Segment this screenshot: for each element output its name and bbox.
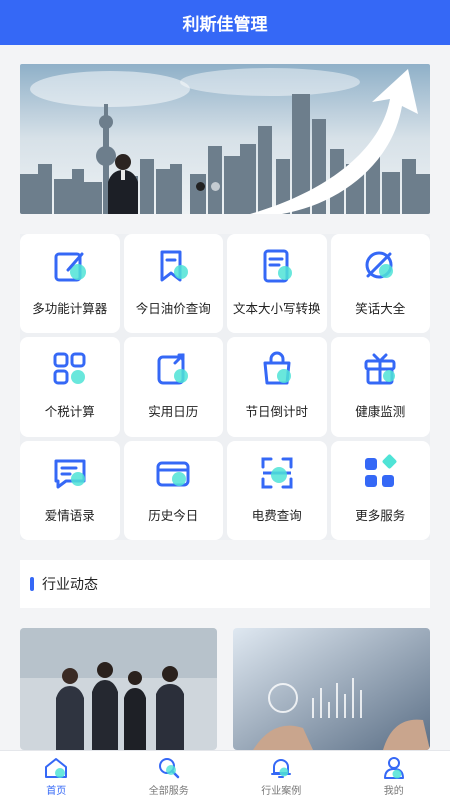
- wallet-icon: [156, 461, 190, 487]
- service-history-today[interactable]: 历史今日: [123, 440, 223, 540]
- service-label: 电费查询: [251, 507, 302, 523]
- service-label: 历史今日: [148, 507, 199, 523]
- edit-icon: [54, 252, 86, 282]
- grid-icon: [53, 352, 86, 385]
- section-accent-bar: [30, 577, 34, 591]
- app-header: 利斯佳管理: [0, 0, 450, 45]
- service-grid: 多功能计算器 今日油价查询 文本大小写转换 笑话大全 个税计算 实用日历 节日倒…: [20, 234, 430, 540]
- service-label: 实用日历: [148, 404, 199, 420]
- tab-all-services[interactable]: 全部服务: [113, 751, 226, 800]
- tab-label: 我的: [383, 785, 404, 797]
- service-countdown[interactable]: 节日倒计时: [227, 337, 327, 437]
- service-tax[interactable]: 个税计算: [20, 337, 120, 437]
- calendar-icon: [157, 353, 189, 385]
- tab-home[interactable]: 首页: [0, 751, 113, 800]
- service-label: 更多服务: [355, 507, 406, 523]
- service-electricity[interactable]: 电费查询: [227, 440, 327, 540]
- planet-icon: [365, 251, 394, 279]
- tab-industry-cases[interactable]: 行业案例: [225, 751, 338, 800]
- service-jokes[interactable]: 笑话大全: [330, 234, 430, 334]
- service-love-quotes[interactable]: 爱情语录: [20, 440, 120, 540]
- service-label: 笑话大全: [355, 301, 406, 316]
- section-title: 行业动态: [42, 577, 98, 593]
- document-icon: [263, 249, 292, 283]
- user-icon: [383, 756, 404, 779]
- more-icon: [365, 454, 397, 487]
- news-image-business-team: [20, 628, 217, 750]
- carousel-dot-active[interactable]: [196, 182, 205, 191]
- service-calendar[interactable]: 实用日历: [123, 337, 223, 437]
- page-title: 利斯佳管理: [182, 15, 268, 35]
- bell-icon: [271, 758, 292, 778]
- tab-label: 行业案例: [261, 785, 302, 797]
- gift-icon: [364, 353, 396, 385]
- industry-news-header: 行业动态: [20, 560, 430, 608]
- bag-icon: [263, 351, 291, 385]
- service-label: 今日油价查询: [135, 301, 211, 316]
- news-image-data-analytics: [233, 628, 430, 750]
- search-icon: [158, 757, 179, 778]
- tab-label: 首页: [46, 785, 67, 797]
- service-label: 多功能计算器: [32, 301, 108, 316]
- service-label: 健康监测: [355, 404, 406, 420]
- service-text-case[interactable]: 文本大小写转换: [227, 234, 327, 334]
- bottom-tab-bar: 首页 全部服务 行业案例 我的: [0, 750, 450, 800]
- scan-icon: [261, 457, 293, 489]
- banner-carousel[interactable]: [20, 64, 430, 214]
- bookmark-icon: [160, 250, 189, 282]
- news-card[interactable]: [20, 628, 217, 750]
- service-calculator[interactable]: 多功能计算器: [20, 234, 120, 334]
- home-icon: [45, 757, 68, 778]
- banner-image: [20, 64, 430, 214]
- tab-profile[interactable]: 我的: [338, 751, 450, 800]
- service-label: 文本大小写转换: [232, 301, 321, 316]
- service-health[interactable]: 健康监测: [330, 337, 430, 437]
- service-label: 个税计算: [44, 404, 95, 420]
- service-label: 爱情语录: [44, 507, 95, 523]
- carousel-indicator: [196, 182, 220, 191]
- service-oil-price[interactable]: 今日油价查询: [123, 234, 223, 334]
- service-label: 节日倒计时: [245, 404, 308, 420]
- carousel-dot[interactable]: [211, 182, 220, 191]
- message-icon: [54, 459, 86, 489]
- tab-label: 全部服务: [148, 785, 189, 797]
- service-more[interactable]: 更多服务: [330, 440, 430, 540]
- news-card[interactable]: [233, 628, 430, 750]
